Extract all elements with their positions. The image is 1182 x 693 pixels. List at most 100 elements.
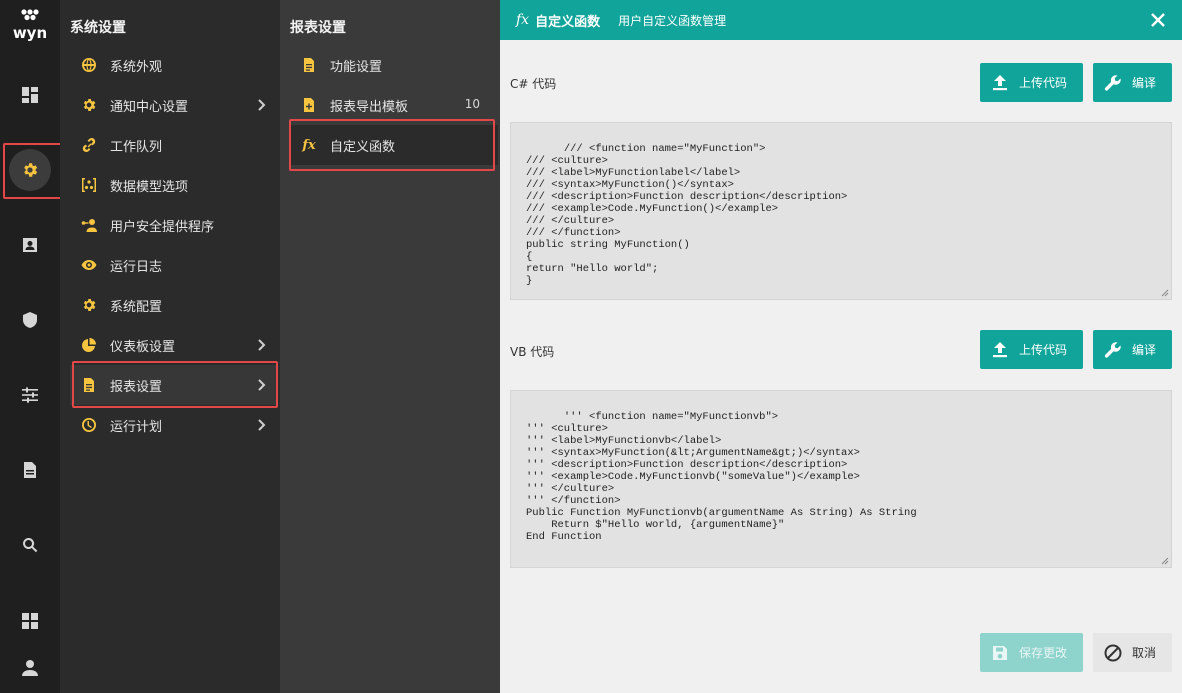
compile-label: 编译 <box>1132 343 1157 357</box>
vb-code-editor[interactable]: ''' <function name="MyFunctionvb"> ''' <… <box>510 390 1172 568</box>
nav-item-label: 用户安全提供程序 <box>110 219 215 235</box>
icon-rail: wyn <box>0 0 63 693</box>
nav-title: 系统设置 <box>70 20 126 36</box>
cancel-button[interactable]: 取消 <box>1093 633 1172 672</box>
nav-item-report-settings[interactable]: 报表设置 <box>70 365 278 405</box>
save-label: 保存更改 <box>1019 646 1068 660</box>
save-changes-button[interactable]: 保存更改 <box>980 633 1083 672</box>
compile-label: 编译 <box>1132 76 1157 90</box>
nav-item-appearance[interactable]: 系统外观 <box>70 45 278 85</box>
wrench-icon <box>1104 341 1121 358</box>
csharp-upload-button[interactable]: 上传代码 <box>980 63 1083 102</box>
rail-settings[interactable] <box>0 145 60 195</box>
close-button[interactable] <box>1150 12 1166 28</box>
settings-gear-icon <box>24 163 38 177</box>
globe-icon <box>80 56 98 74</box>
chevron-right-icon <box>256 98 266 112</box>
resize-grip-icon[interactable] <box>1161 289 1169 297</box>
nav2-item-label: 功能设置 <box>330 59 383 75</box>
nav-item-system-config[interactable]: 系统配置 <box>70 285 278 325</box>
user-key-icon <box>80 216 98 234</box>
nav-item-security-provider[interactable]: 用户安全提供程序 <box>70 205 278 245</box>
vb-compile-button[interactable]: 编译 <box>1093 330 1172 369</box>
report-settings-nav: 报表设置 功能设置 报表导出模板 10 fx 自定义函数 <box>280 0 500 693</box>
nav-item-label: 运行日志 <box>110 259 163 275</box>
data-model-icon <box>80 176 98 194</box>
cancel-label: 取消 <box>1132 646 1157 660</box>
gear-icon <box>80 96 98 114</box>
chevron-right-icon <box>256 418 266 432</box>
nav-item-label: 工作队列 <box>110 139 163 155</box>
vb-upload-button[interactable]: 上传代码 <box>980 330 1083 369</box>
nav-item-label: 仪表板设置 <box>110 339 176 355</box>
panel-header: fx 自定义函数 用户自定义函数管理 <box>500 0 1182 40</box>
clock-icon <box>80 416 98 434</box>
sliders-icon <box>22 387 38 403</box>
resize-grip-icon[interactable] <box>1161 557 1169 565</box>
csharp-code-label: C# 代码 <box>510 77 557 91</box>
shield-icon <box>23 312 37 328</box>
save-icon <box>993 645 1007 660</box>
document-add-icon <box>300 96 318 114</box>
upload-icon <box>993 74 1007 90</box>
nav-item-label: 运行计划 <box>110 419 163 435</box>
rail-dashboard[interactable] <box>0 70 60 120</box>
nav-item-label: 报表设置 <box>110 379 163 395</box>
apps-grid-icon <box>22 613 38 629</box>
nav2-item-label: 自定义函数 <box>330 139 396 155</box>
wrench-icon <box>1104 74 1121 91</box>
wyn-logo[interactable]: wyn <box>9 8 51 42</box>
nav-item-label: 系统外观 <box>110 59 163 75</box>
upload-icon <box>993 341 1007 357</box>
nav-item-run-schedule[interactable]: 运行计划 <box>70 405 278 445</box>
search-icon <box>23 537 38 553</box>
rail-apps[interactable] <box>0 596 60 646</box>
document-icon <box>300 56 318 74</box>
nav-title: 报表设置 <box>290 20 346 36</box>
nav-item-label: 通知中心设置 <box>110 99 189 115</box>
rail-search[interactable] <box>0 520 60 570</box>
nav-item-run-log[interactable]: 运行日志 <box>70 245 278 285</box>
fx-icon: fx <box>302 137 316 153</box>
upload-label: 上传代码 <box>1019 76 1068 90</box>
csharp-code-text: /// <function name="MyFunction"> /// <cu… <box>526 143 848 287</box>
logo-text: wyn <box>13 24 47 42</box>
count-badge: 10 <box>464 97 480 111</box>
nav-item-label: 系统配置 <box>110 299 163 315</box>
rail-contacts[interactable] <box>0 220 60 270</box>
nav-item-data-model[interactable]: 数据模型选项 <box>70 165 278 205</box>
pie-chart-icon <box>80 336 98 354</box>
report-icon <box>80 376 98 394</box>
rail-sliders[interactable] <box>0 370 60 420</box>
rail-documents[interactable] <box>0 445 60 495</box>
dashboard-icon <box>22 87 38 103</box>
nav-item-work-queue[interactable]: 工作队列 <box>70 125 278 165</box>
nav2-item-export-template[interactable]: 报表导出模板 10 <box>290 85 498 125</box>
panel-title: 自定义函数 <box>535 14 601 30</box>
nav-item-label: 数据模型选项 <box>110 179 189 195</box>
nav-item-dashboard-settings[interactable]: 仪表板设置 <box>70 325 278 365</box>
chevron-right-icon <box>256 378 266 392</box>
document-icon <box>24 462 36 478</box>
chevron-right-icon <box>256 338 266 352</box>
cancel-icon <box>1104 644 1122 661</box>
rail-security[interactable] <box>0 295 60 345</box>
nav2-item-feature-settings[interactable]: 功能设置 <box>290 45 498 85</box>
vb-code-text: ''' <function name="MyFunctionvb"> ''' <… <box>526 411 917 543</box>
vb-code-label: VB 代码 <box>510 345 555 359</box>
gear-icon <box>80 296 98 314</box>
panel-subtitle: 用户自定义函数管理 <box>618 13 727 28</box>
link-icon <box>80 136 98 154</box>
nav2-item-label: 报表导出模板 <box>330 99 409 115</box>
nav-item-notification[interactable]: 通知中心设置 <box>70 85 278 125</box>
rail-user[interactable] <box>0 643 60 693</box>
contact-card-icon <box>23 238 37 252</box>
nav2-item-custom-function[interactable]: fx 自定义函数 <box>290 125 498 165</box>
fx-icon: fx <box>516 12 530 28</box>
close-icon <box>1151 13 1165 27</box>
upload-label: 上传代码 <box>1019 343 1068 357</box>
eye-icon <box>80 256 98 274</box>
user-avatar-icon <box>22 660 38 676</box>
csharp-code-editor[interactable]: /// <function name="MyFunction"> /// <cu… <box>510 122 1172 300</box>
csharp-compile-button[interactable]: 编译 <box>1093 63 1172 102</box>
